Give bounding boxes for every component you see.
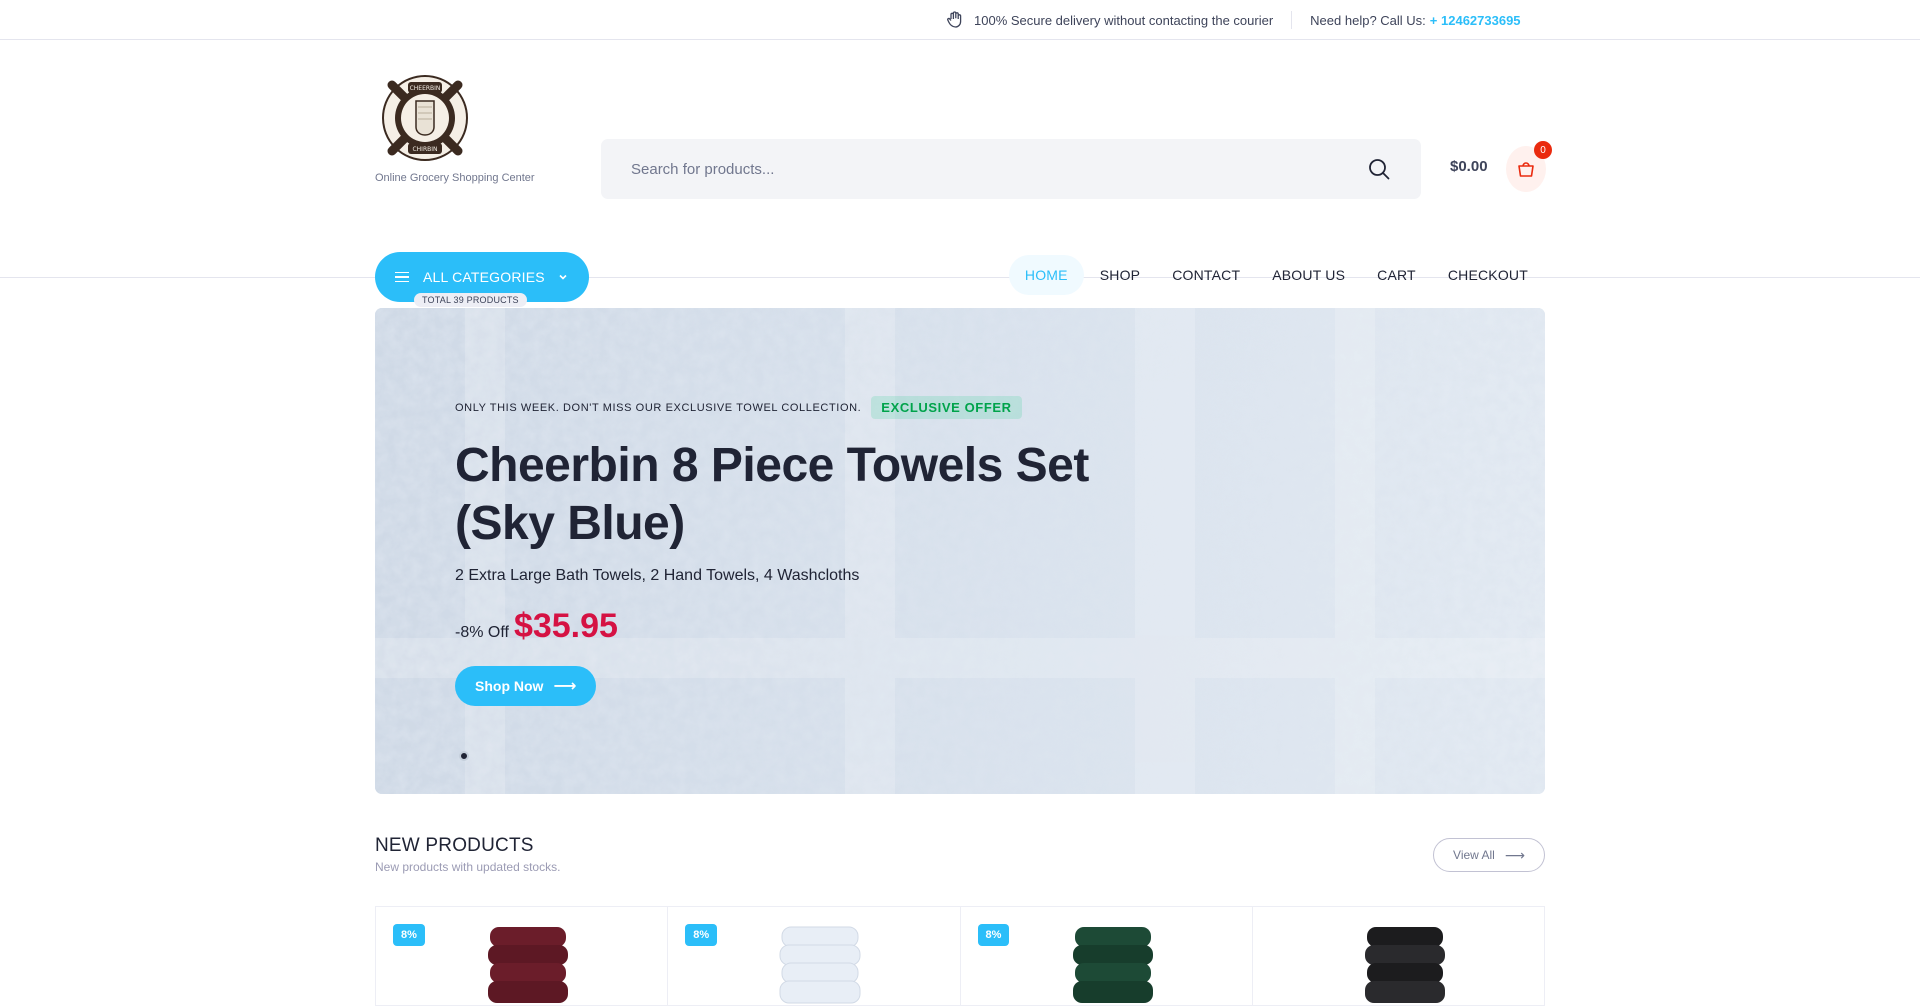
hero-kicker-text: ONLY THIS WEEK. DON'T MISS OUR EXCLUSIVE… bbox=[455, 401, 862, 414]
product-card[interactable]: 8% bbox=[668, 907, 961, 1005]
hero-content: ONLY THIS WEEK. DON'T MISS OUR EXCLUSIVE… bbox=[455, 396, 1155, 706]
logo-badge-icon: CHEERBIN CHIRBIN bbox=[382, 75, 468, 161]
logo[interactable]: CHEERBIN CHIRBIN Online Grocery Shopping… bbox=[375, 73, 545, 184]
chevron-down-icon bbox=[559, 274, 567, 280]
logo-top-text: CHEERBIN bbox=[410, 85, 441, 92]
search-bar bbox=[601, 139, 1421, 199]
top-bar-info: 100% Secure delivery without contacting … bbox=[944, 0, 1521, 40]
delivery-text: 100% Secure delivery without contacting … bbox=[974, 12, 1274, 28]
header: CHEERBIN CHIRBIN Online Grocery Shopping… bbox=[0, 40, 1920, 318]
shopping-bag-icon bbox=[1518, 162, 1534, 177]
product-image[interactable] bbox=[1071, 925, 1155, 1005]
product-image[interactable] bbox=[778, 925, 862, 1005]
arrow-right-icon: ⟶ bbox=[1504, 846, 1525, 863]
nav-checkout[interactable]: CHECKOUT bbox=[1432, 255, 1544, 295]
nav-about-us[interactable]: ABOUT US bbox=[1256, 255, 1361, 295]
arrow-right-icon: ⟶ bbox=[553, 678, 577, 695]
hero-kicker: ONLY THIS WEEK. DON'T MISS OUR EXCLUSIVE… bbox=[455, 396, 1155, 419]
menu-icon bbox=[395, 269, 409, 286]
all-categories-label: ALL CATEGORIES bbox=[423, 269, 545, 285]
product-card[interactable]: 8% bbox=[961, 907, 1253, 1005]
hero-price: $35.95 bbox=[513, 607, 618, 645]
search-icon[interactable] bbox=[1367, 157, 1391, 181]
hero-title: Cheerbin 8 Piece Towels Set (Sky Blue) bbox=[455, 439, 1089, 550]
product-image[interactable] bbox=[1363, 925, 1447, 1005]
nav-home[interactable]: HOME bbox=[1008, 255, 1084, 295]
section-title: NEW PRODUCTS bbox=[375, 835, 534, 856]
section-subtitle: New products with updated stocks. bbox=[375, 860, 561, 874]
logo-tagline: Online Grocery Shopping Center bbox=[375, 172, 535, 184]
top-bar: 100% Secure delivery without contacting … bbox=[0, 0, 1920, 40]
nav-contact[interactable]: CONTACT bbox=[1156, 255, 1256, 295]
hero-discount: -8% Off bbox=[455, 624, 509, 641]
hand-delivery-icon bbox=[944, 9, 966, 31]
help-text: Need help? Call Us: bbox=[1310, 12, 1426, 28]
hero-slider: ONLY THIS WEEK. DON'T MISS OUR EXCLUSIVE… bbox=[375, 308, 1545, 794]
hero-price-row: -8% Off $35.95 bbox=[455, 607, 1155, 646]
main-nav: HOME SHOP CONTACT ABOUT US CART CHECKOUT bbox=[1008, 255, 1544, 295]
cart-count-badge: 0 bbox=[1534, 141, 1552, 159]
view-all-button[interactable]: View All ⟶ bbox=[1433, 838, 1545, 872]
logo-bottom-text: CHIRBIN bbox=[412, 146, 437, 153]
product-card[interactable] bbox=[1253, 907, 1544, 1005]
phone-link[interactable]: + 12462733695 bbox=[1430, 13, 1521, 28]
discount-badge: 8% bbox=[977, 924, 1010, 946]
exclusive-offer-badge: EXCLUSIVE OFFER bbox=[871, 396, 1022, 419]
discount-badge: 8% bbox=[685, 924, 718, 946]
product-image[interactable] bbox=[486, 925, 570, 1005]
hero-subtitle: 2 Extra Large Bath Towels, 2 Hand Towels… bbox=[455, 567, 860, 584]
shop-now-button[interactable]: Shop Now ⟶ bbox=[455, 666, 597, 706]
cart-total[interactable]: $0.00 bbox=[1450, 158, 1488, 175]
slider-dot[interactable] bbox=[459, 751, 469, 761]
nav-cart[interactable]: CART bbox=[1361, 255, 1432, 295]
product-grid: 8% 8% 8% bbox=[375, 906, 1545, 1006]
search-input[interactable] bbox=[631, 160, 1367, 178]
view-all-label: View All bbox=[1453, 848, 1495, 862]
product-card[interactable]: 8% bbox=[376, 907, 669, 1005]
total-products-badge: TOTAL 39 PRODUCTS bbox=[414, 293, 527, 307]
shop-now-label: Shop Now bbox=[475, 678, 544, 694]
nav-shop[interactable]: SHOP bbox=[1084, 255, 1156, 295]
cart-button[interactable]: 0 bbox=[1506, 141, 1552, 192]
divider bbox=[1291, 11, 1293, 29]
discount-badge: 8% bbox=[393, 924, 425, 946]
